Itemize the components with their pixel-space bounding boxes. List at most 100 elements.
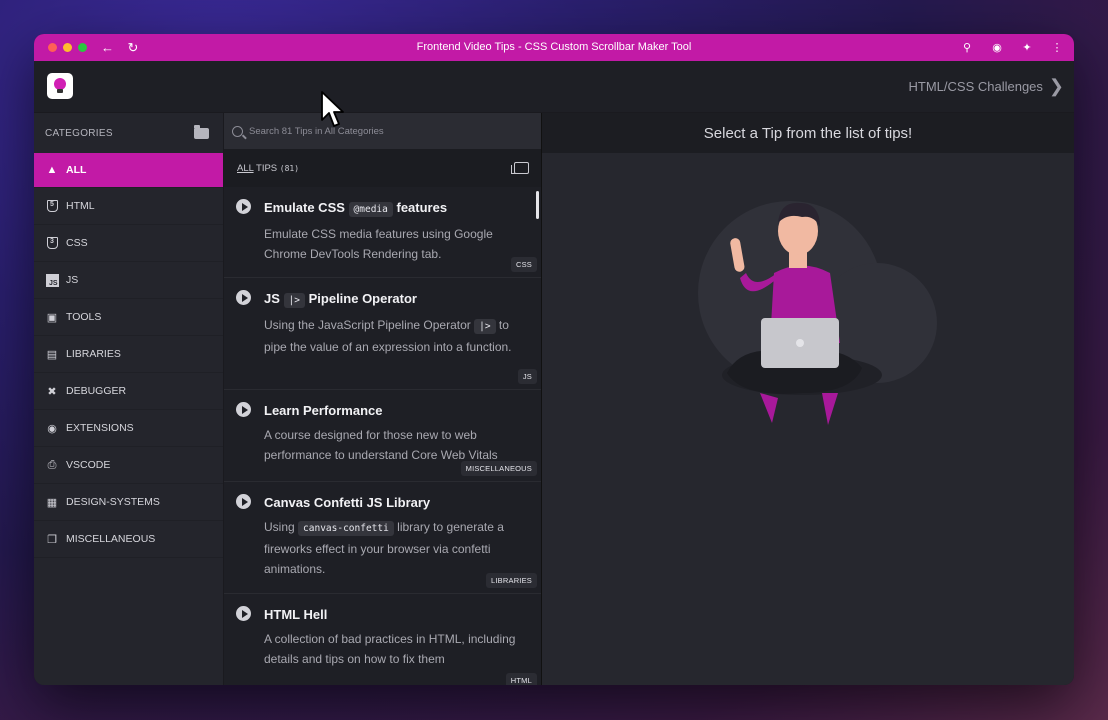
tips-filter-label: TIPS <box>256 162 278 174</box>
tip-title-text: JS <box>264 291 280 306</box>
browser-window: ← ↻ Frontend Video Tips - CSS Custom Scr… <box>34 34 1074 685</box>
tip-title: Learn Performance <box>264 403 383 418</box>
tip-category-tag[interactable]: CSS <box>510 257 537 272</box>
all-filter-link[interactable]: ALL <box>237 163 254 174</box>
tip-item[interactable]: JS |> Pipeline Operator Using the JavaSc… <box>224 278 541 390</box>
books-icon: ▤ <box>46 348 58 361</box>
sidebar-item-label: HTML <box>66 200 95 212</box>
tip-item[interactable]: Learn Performance A course designed for … <box>224 390 541 482</box>
chevron-right-icon: ❯ <box>1048 76 1064 96</box>
app-header: HTML/CSS Challenges ❯ <box>34 61 1074 113</box>
search-bar[interactable]: Search 81 Tips in All Categories <box>224 113 541 149</box>
close-window-button[interactable] <box>48 43 57 52</box>
title-bar: ← ↻ Frontend Video Tips - CSS Custom Scr… <box>34 34 1074 61</box>
tip-category-tag[interactable]: HTML <box>505 673 537 685</box>
tip-category-tag[interactable]: MISCELLANEOUS <box>460 461 537 476</box>
tips-count: (81) <box>279 163 300 173</box>
tip-item[interactable]: Emulate CSS @media features Emulate CSS … <box>224 187 541 278</box>
play-icon[interactable] <box>236 606 251 621</box>
app-body: CATEGORIES ▲ ALL 5 HTML 3 CSS JS JS ▣ TO… <box>34 113 1074 685</box>
js-icon: JS <box>45 273 59 287</box>
tips-panel: Search 81 Tips in All Categories ALL TIP… <box>224 113 542 685</box>
tips-list-header: ALL TIPS (81) <box>224 149 541 187</box>
categories-header: CATEGORIES <box>34 113 223 153</box>
sidebar-item-css[interactable]: 3 CSS <box>34 225 223 262</box>
play-icon[interactable] <box>236 290 251 305</box>
sidebar-item-label: JS <box>66 274 79 286</box>
toolbox-icon: ▣ <box>46 311 58 324</box>
search-input[interactable]: Search 81 Tips in All Categories <box>249 126 384 137</box>
back-arrow-icon[interactable]: ← <box>101 41 114 54</box>
sidebar-item-libraries[interactable]: ▤ LIBRARIES <box>34 336 223 373</box>
illustration-shoe-left <box>760 393 778 423</box>
sidebar-item-extensions[interactable]: ◉ EXTENSIONS <box>34 410 223 447</box>
illustration-shoe-right <box>822 393 838 425</box>
zoom-icon[interactable]: ⚲ <box>960 41 974 54</box>
tip-detail-panel: Select a Tip from the list of tips! <box>542 113 1074 685</box>
play-icon[interactable] <box>236 494 251 509</box>
design-icon: ▦ <box>46 496 58 509</box>
sidebar-item-all[interactable]: ▲ ALL <box>34 153 223 188</box>
maximize-window-button[interactable] <box>78 43 87 52</box>
sidebar-item-label: CSS <box>66 237 88 249</box>
mouse-cursor-icon <box>321 91 344 127</box>
play-icon[interactable] <box>236 199 251 214</box>
tip-desc-code: canvas-confetti <box>298 521 394 536</box>
tip-description: A course designed for those new to web p… <box>264 428 498 462</box>
sidebar-item-design-systems[interactable]: ▦ DESIGN-SYSTEMS <box>34 484 223 521</box>
shapes-icon: ▲ <box>46 164 58 176</box>
hide-eye-icon[interactable]: ◉ <box>990 41 1004 54</box>
vscode-icon: ⎙ <box>47 458 57 471</box>
sidebar-item-label: MISCELLANEOUS <box>66 533 156 545</box>
tip-description: A collection of bad practices in HTML, i… <box>264 632 516 666</box>
more-menu-icon[interactable]: ⋮ <box>1050 41 1064 54</box>
tip-item[interactable]: HTML Hell A collection of bad practices … <box>224 594 541 685</box>
css3-icon: 3 <box>45 236 59 250</box>
scrollbar-thumb[interactable] <box>536 191 539 219</box>
html5-icon: 5 <box>45 199 59 213</box>
sidebar-item-label: LIBRARIES <box>66 348 121 360</box>
sidebar-item-label: VSCODE <box>66 459 111 471</box>
tip-title: HTML Hell <box>264 607 328 622</box>
copy-icon: ❐ <box>47 533 57 546</box>
gallery-view-icon[interactable] <box>511 162 529 174</box>
sidebar-item-html[interactable]: 5 HTML <box>34 188 223 225</box>
sidebar-item-label: DEBUGGER <box>66 385 127 397</box>
sidebar-item-js[interactable]: JS JS <box>34 262 223 299</box>
sidebar-item-label: TOOLS <box>66 311 102 323</box>
category-sidebar: CATEGORIES ▲ ALL 5 HTML 3 CSS JS JS ▣ TO… <box>34 113 224 685</box>
tip-description: Using canvas-confetti library to generat… <box>264 517 527 579</box>
chrome-icon: ◉ <box>47 422 57 435</box>
window-controls <box>48 43 87 52</box>
tip-title: JS |> Pipeline Operator <box>264 290 527 310</box>
sidebar-item-debugger[interactable]: ✖ DEBUGGER <box>34 373 223 410</box>
sidebar-item-tools[interactable]: ▣ TOOLS <box>34 299 223 336</box>
tip-title-code: |> <box>283 293 305 308</box>
challenges-label: HTML/CSS Challenges <box>908 78 1043 94</box>
tip-list: Emulate CSS @media features Emulate CSS … <box>224 187 541 685</box>
tip-title-text: Emulate CSS <box>264 200 345 215</box>
tip-category-tag[interactable]: JS <box>517 369 537 384</box>
tools-icon: ✖ <box>47 385 57 398</box>
sidebar-item-vscode[interactable]: ⎙ VSCODE <box>34 447 223 484</box>
extension-puzzle-icon[interactable]: ✦ <box>1020 41 1034 54</box>
tip-desc-text: Using <box>264 520 295 534</box>
tip-title: Emulate CSS @media features <box>264 199 527 219</box>
app-logo[interactable] <box>47 73 73 99</box>
minimize-window-button[interactable] <box>63 43 72 52</box>
tip-desc-code: |> <box>474 319 496 334</box>
tip-desc-text: Using the JavaScript Pipeline Operator <box>264 318 471 332</box>
play-icon[interactable] <box>236 402 251 417</box>
tip-title-text: Pipeline Operator <box>308 291 417 306</box>
sidebar-item-label: EXTENSIONS <box>66 422 134 434</box>
folder-icon[interactable] <box>194 124 209 139</box>
tip-title-code: @media <box>348 202 393 217</box>
categories-heading: CATEGORIES <box>45 127 113 139</box>
tip-category-tag[interactable]: LIBRARIES <box>486 573 537 588</box>
tip-description: Emulate CSS media features using Google … <box>264 227 493 261</box>
sidebar-item-miscellaneous[interactable]: ❐ MISCELLANEOUS <box>34 521 223 558</box>
tip-item[interactable]: Canvas Confetti JS Library Using canvas-… <box>224 482 541 594</box>
challenges-link[interactable]: HTML/CSS Challenges ❯ <box>909 77 1064 95</box>
reload-icon[interactable]: ↻ <box>127 41 139 54</box>
tip-description: Using the JavaScript Pipeline Operator |… <box>264 315 527 357</box>
